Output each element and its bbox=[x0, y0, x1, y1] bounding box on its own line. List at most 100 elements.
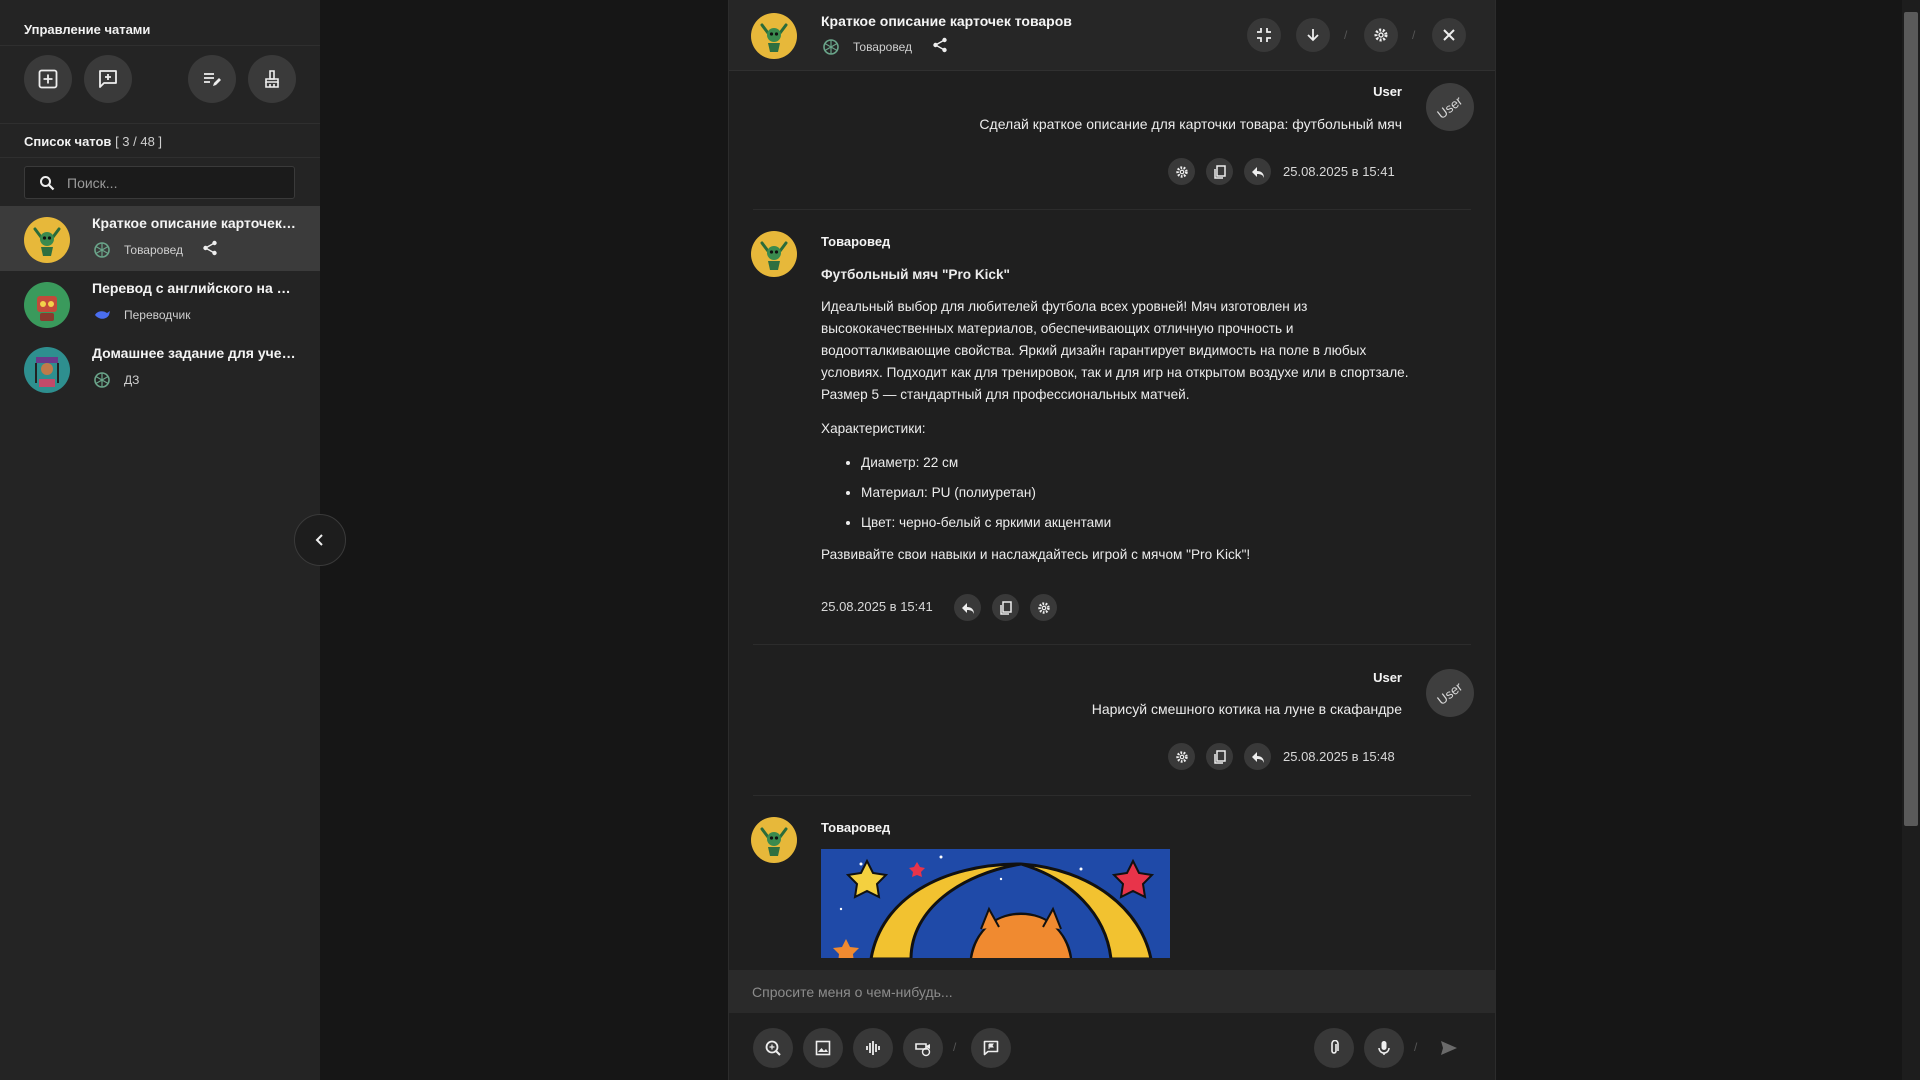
waveform-icon bbox=[866, 1041, 880, 1055]
microphone-icon bbox=[1378, 1041, 1390, 1055]
chat-item-product-descriptions[interactable]: Краткое описание карточек товаров Товаро… bbox=[0, 206, 320, 271]
fullscreen-exit-button[interactable] bbox=[1247, 18, 1281, 52]
chat-title: Домашнее задание для ученика bbox=[92, 345, 297, 361]
chat-item-homework[interactable]: Домашнее задание для ученика ДЗ bbox=[0, 336, 320, 401]
product-description: Идеальный выбор для любителей футбола вс… bbox=[821, 299, 1409, 402]
message-divider bbox=[753, 795, 1471, 796]
list-item: Материал: PU (полиуретан) bbox=[861, 482, 1411, 504]
chat-avatar bbox=[24, 217, 70, 263]
edit-list-button[interactable] bbox=[188, 55, 236, 103]
reply-button[interactable] bbox=[1244, 158, 1271, 185]
chat-list-title: Список чатов [ 3 / 48 ] bbox=[24, 134, 162, 149]
chat-model-name: Товаровед bbox=[853, 40, 912, 54]
gear-icon bbox=[1374, 28, 1388, 42]
clean-button[interactable] bbox=[248, 55, 296, 103]
audio-button[interactable] bbox=[853, 1028, 893, 1068]
model-openai-icon bbox=[822, 38, 840, 56]
scrollbar-thumb[interactable] bbox=[1904, 12, 1918, 826]
message-settings-button[interactable] bbox=[1168, 158, 1195, 185]
divider bbox=[0, 45, 320, 46]
sidebar: Управление чатами Список чатов [ 3 / 48 … bbox=[0, 0, 320, 1080]
chevron-left-icon bbox=[315, 534, 323, 546]
bot-avatar-icon bbox=[751, 231, 797, 277]
model-whale-icon bbox=[93, 306, 111, 324]
divider bbox=[0, 123, 320, 124]
copy-button[interactable] bbox=[1206, 158, 1233, 185]
bot-avatar-icon bbox=[751, 13, 797, 59]
edit-note-icon bbox=[204, 73, 221, 86]
new-chat-message-button[interactable] bbox=[84, 55, 132, 103]
chat-avatar bbox=[24, 282, 70, 328]
model-openai-icon bbox=[93, 241, 111, 259]
settings-button[interactable] bbox=[1364, 18, 1398, 52]
separator: / bbox=[953, 1040, 957, 1054]
chat-model-name: Переводчик bbox=[124, 308, 191, 322]
scroll-down-button[interactable] bbox=[1296, 18, 1330, 52]
reply-button[interactable] bbox=[1244, 743, 1271, 770]
input-area: / / bbox=[729, 958, 1495, 1080]
message-divider bbox=[753, 644, 1471, 645]
image-button[interactable] bbox=[803, 1028, 843, 1068]
separator: / bbox=[1344, 28, 1348, 42]
message-author: Товаровед bbox=[821, 234, 891, 249]
search-icon bbox=[40, 175, 55, 190]
video-button[interactable] bbox=[903, 1028, 943, 1068]
microphone-button[interactable] bbox=[1364, 1028, 1404, 1068]
chat-panel: Краткое описание карточек товаров Товаро… bbox=[728, 0, 1496, 1080]
message-text: Нарисуй смешного котика на луне в скафан… bbox=[1091, 701, 1402, 717]
divider bbox=[0, 157, 320, 158]
chat-header: Краткое описание карточек товаров Товаро… bbox=[729, 0, 1495, 71]
model-openai-icon bbox=[93, 371, 111, 389]
add-comment-icon bbox=[99, 70, 117, 88]
message-timestamp: 25.08.2025 в 15:48 bbox=[1283, 749, 1395, 764]
close-button[interactable] bbox=[1432, 18, 1466, 52]
close-icon bbox=[1443, 29, 1455, 41]
generated-image[interactable] bbox=[821, 849, 1170, 958]
reply-icon bbox=[1251, 166, 1264, 178]
prompts-button[interactable] bbox=[971, 1028, 1011, 1068]
message-settings-button[interactable] bbox=[1168, 743, 1195, 770]
chat-item-translation[interactable]: Перевод с английского на русский Перевод… bbox=[0, 271, 320, 336]
copy-button[interactable] bbox=[1206, 743, 1233, 770]
new-chat-button[interactable] bbox=[24, 55, 72, 103]
chat-avatar bbox=[751, 13, 797, 59]
avatar: User bbox=[1426, 83, 1474, 131]
collapse-sidebar-button[interactable] bbox=[294, 514, 346, 566]
bot-avatar bbox=[751, 817, 797, 863]
message-timestamp: 25.08.2025 в 15:41 bbox=[1283, 164, 1395, 179]
search-input[interactable] bbox=[67, 174, 267, 191]
reply-button[interactable] bbox=[954, 594, 981, 621]
chat-title: Краткое описание карточек товаров bbox=[92, 215, 297, 231]
web-search-button[interactable] bbox=[753, 1028, 793, 1068]
features-list: Диаметр: 22 см Материал: PU (полиуретан)… bbox=[861, 452, 1411, 534]
robot-avatar-icon bbox=[24, 282, 70, 328]
attach-button[interactable] bbox=[1314, 1028, 1354, 1068]
bot-avatar-icon bbox=[24, 217, 70, 263]
avatar-text: User bbox=[1434, 678, 1466, 708]
paperclip-icon bbox=[1331, 1040, 1339, 1054]
closing-text: Развивайте свои навыки и наслаждайтесь и… bbox=[821, 547, 1251, 562]
chat-list-label: Список чатов bbox=[24, 134, 112, 149]
list-item: Диаметр: 22 см bbox=[861, 452, 1411, 474]
message-list: User User Сделай краткое описание для ка… bbox=[729, 72, 1495, 958]
collapse-icon bbox=[1257, 28, 1271, 42]
separator: / bbox=[1412, 28, 1416, 42]
share-icon[interactable] bbox=[202, 240, 218, 256]
search-web-icon bbox=[765, 1040, 781, 1056]
prompt-input[interactable] bbox=[729, 970, 1495, 1013]
send-button[interactable] bbox=[1429, 1028, 1469, 1068]
message-author: User bbox=[1373, 84, 1402, 99]
share-icon[interactable] bbox=[932, 37, 948, 53]
chat-flag-icon bbox=[983, 1040, 999, 1056]
gear-icon bbox=[1037, 601, 1050, 614]
broom-icon bbox=[265, 70, 279, 88]
add-box-icon bbox=[38, 69, 58, 89]
bot-avatar bbox=[751, 231, 797, 277]
message-settings-button[interactable] bbox=[1030, 594, 1057, 621]
message-body: Футбольный мяч "Pro Kick" Идеальный выбо… bbox=[821, 264, 1411, 578]
copy-button[interactable] bbox=[992, 594, 1019, 621]
search-box bbox=[24, 166, 295, 199]
message-divider bbox=[753, 209, 1471, 210]
bot-avatar-icon bbox=[751, 817, 797, 863]
message-text: Сделай краткое описание для карточки тов… bbox=[979, 116, 1402, 132]
